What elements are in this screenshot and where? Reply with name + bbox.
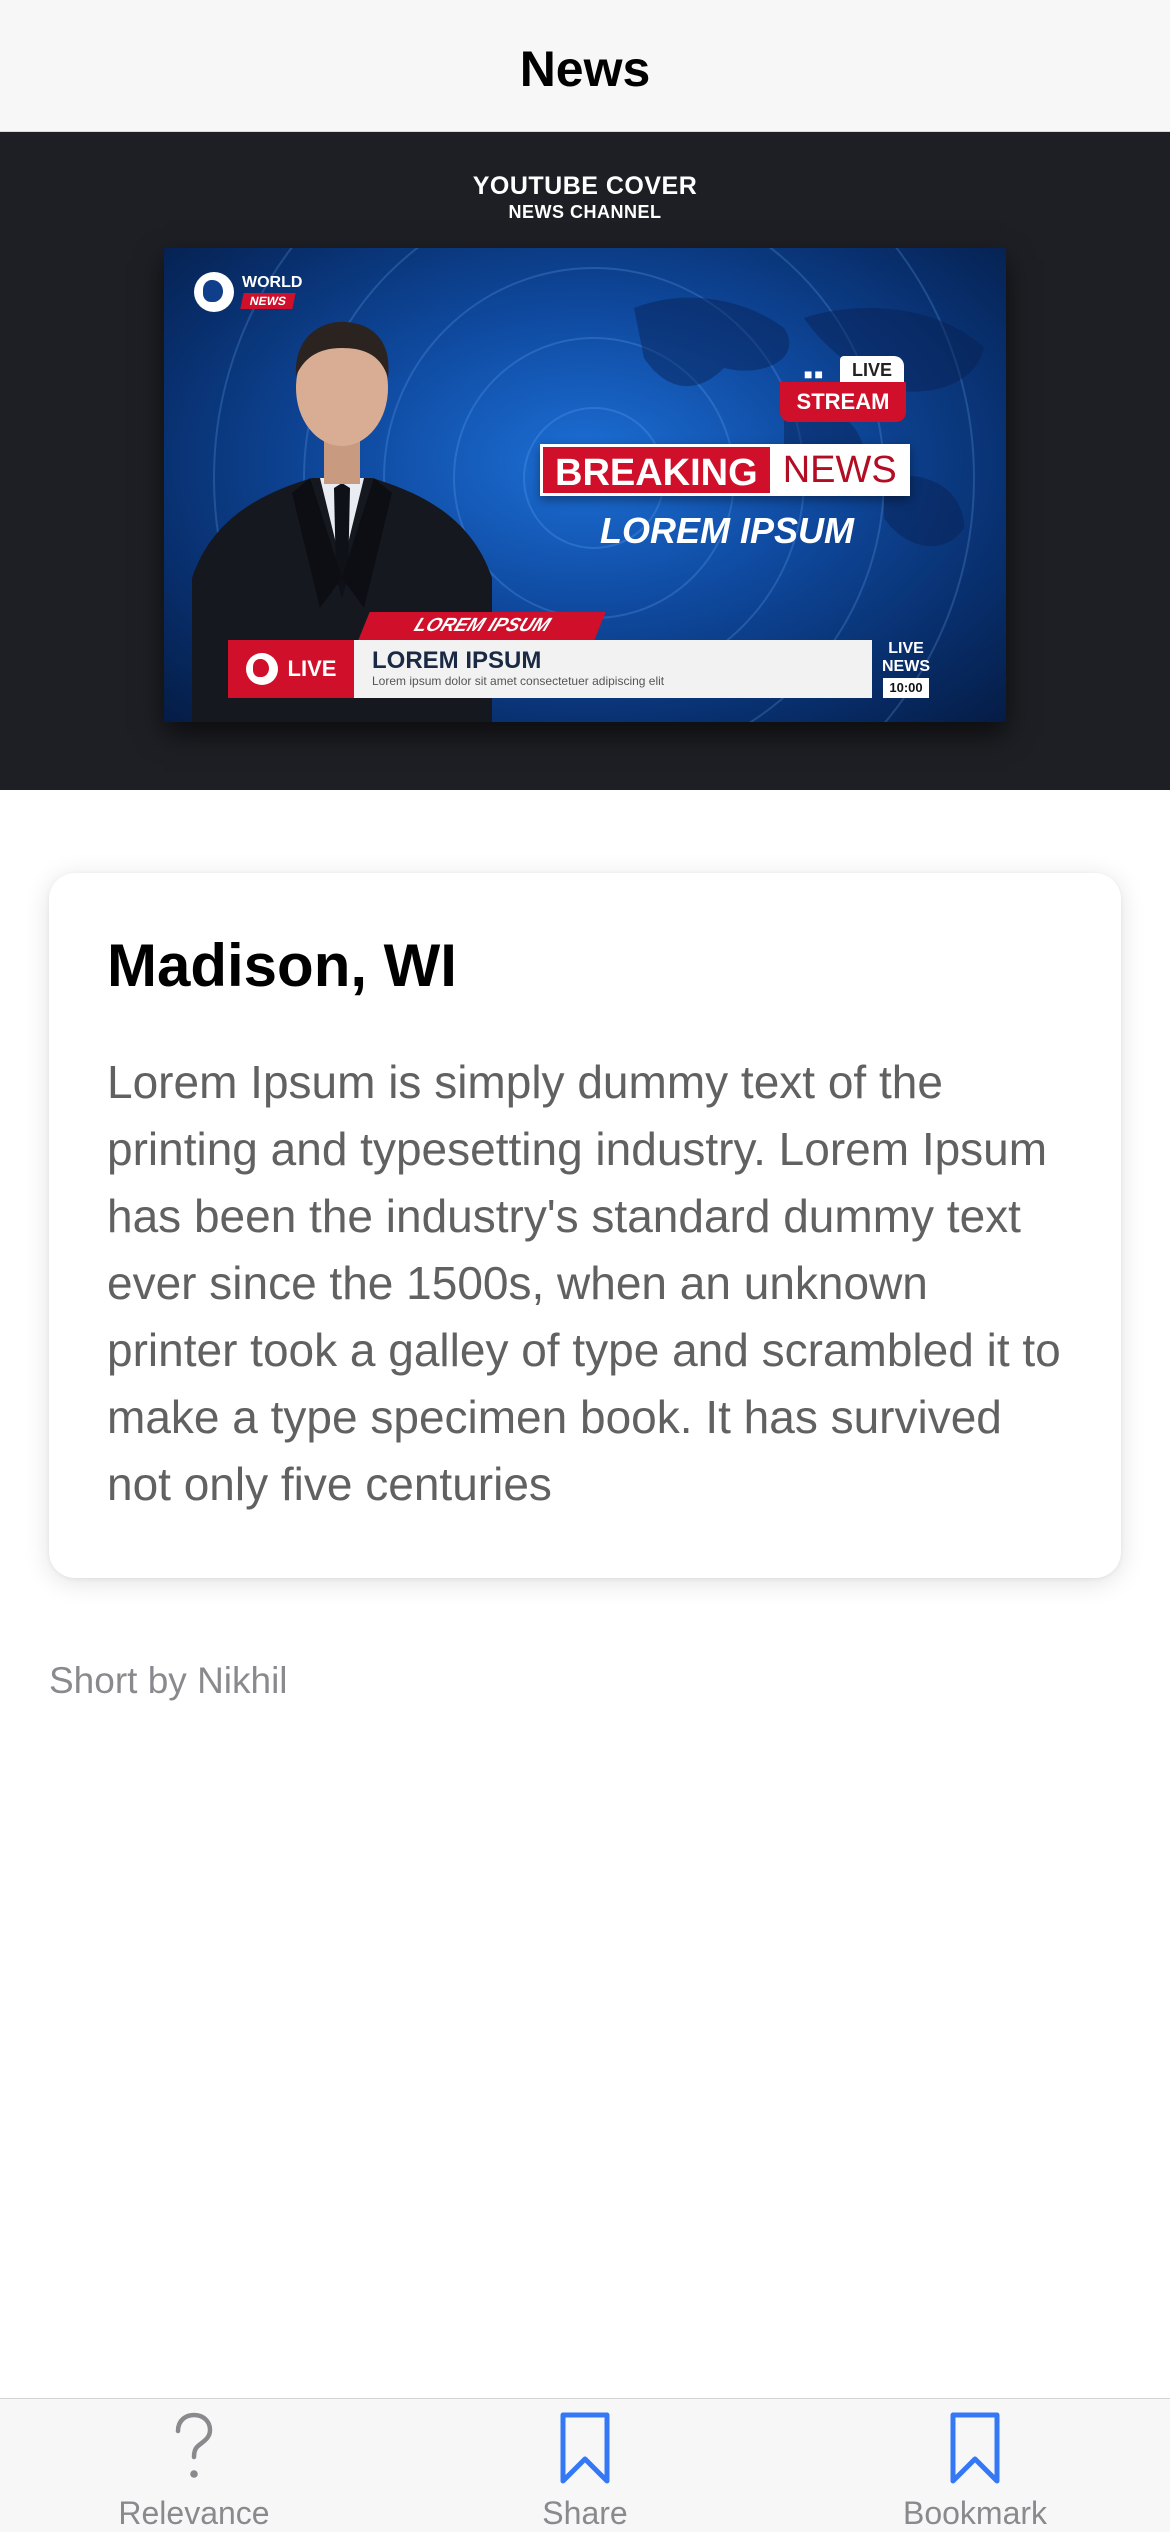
ticker-live-label: LIVE [287, 656, 337, 681]
cover-subtitle: NEWS CHANNEL [508, 202, 662, 222]
thumbnail-headline: LOREM IPSUM [600, 510, 855, 551]
tab-relevance[interactable]: Relevance [34, 2399, 354, 2532]
article-body: Lorem Ipsum is simply dummy text of the … [107, 1056, 1061, 1510]
ticker-headline: LOREM IPSUM [372, 647, 542, 674]
tab-bar: Relevance Share Bookmark [0, 2398, 1170, 2532]
article-byline: Short by Nikhil [49, 1660, 288, 1701]
tab-bookmark[interactable]: Bookmark [815, 2399, 1135, 2532]
bookmark-icon [950, 2412, 1000, 2484]
live-news-line-1: LIVE [888, 640, 924, 657]
hero-image: YOUTUBE COVER NEWS CHANNEL WORLD NEWS ■■… [0, 132, 1170, 790]
article-card[interactable]: Madison, WI Lorem Ipsum is simply dummy … [49, 873, 1121, 1578]
article-title: Madison, WI [107, 932, 457, 999]
live-news-line-2: NEWS [882, 658, 930, 675]
live-label: LIVE [840, 356, 904, 384]
dots-decoration: ■■ [804, 366, 825, 382]
tab-label: Relevance [118, 2495, 270, 2531]
bookmark-icon [560, 2412, 610, 2484]
news-ticker: LIVE LOREM IPSUM Lorem ipsum dolor sit a… [228, 640, 872, 698]
tab-label: Share [542, 2495, 628, 2531]
cover-title: YOUTUBE COVER [472, 172, 698, 200]
lower-third-tag: LOREM IPSUM [358, 612, 606, 640]
page-title: News [519, 40, 651, 97]
globe-icon [245, 653, 278, 685]
news-label: NEWS [769, 444, 910, 496]
tab-share[interactable]: Share [425, 2399, 745, 2532]
ticker-subtext: Lorem ipsum dolor sit amet consectetuer … [372, 674, 665, 688]
live-news-badge: LIVE NEWS 10:00 [876, 640, 936, 698]
breaking-label: BREAKING [540, 444, 770, 496]
question-icon [175, 2412, 213, 2478]
stream-label: STREAM [780, 382, 906, 422]
tab-label: Bookmark [902, 2495, 1048, 2531]
live-news-time: 10:00 [883, 678, 929, 698]
news-thumbnail: WORLD NEWS ■■ LIVE STREAM BREAKING NEWS … [164, 248, 1006, 722]
breaking-news-banner: BREAKING NEWS [540, 444, 910, 496]
navigation-bar: News [0, 0, 1170, 132]
